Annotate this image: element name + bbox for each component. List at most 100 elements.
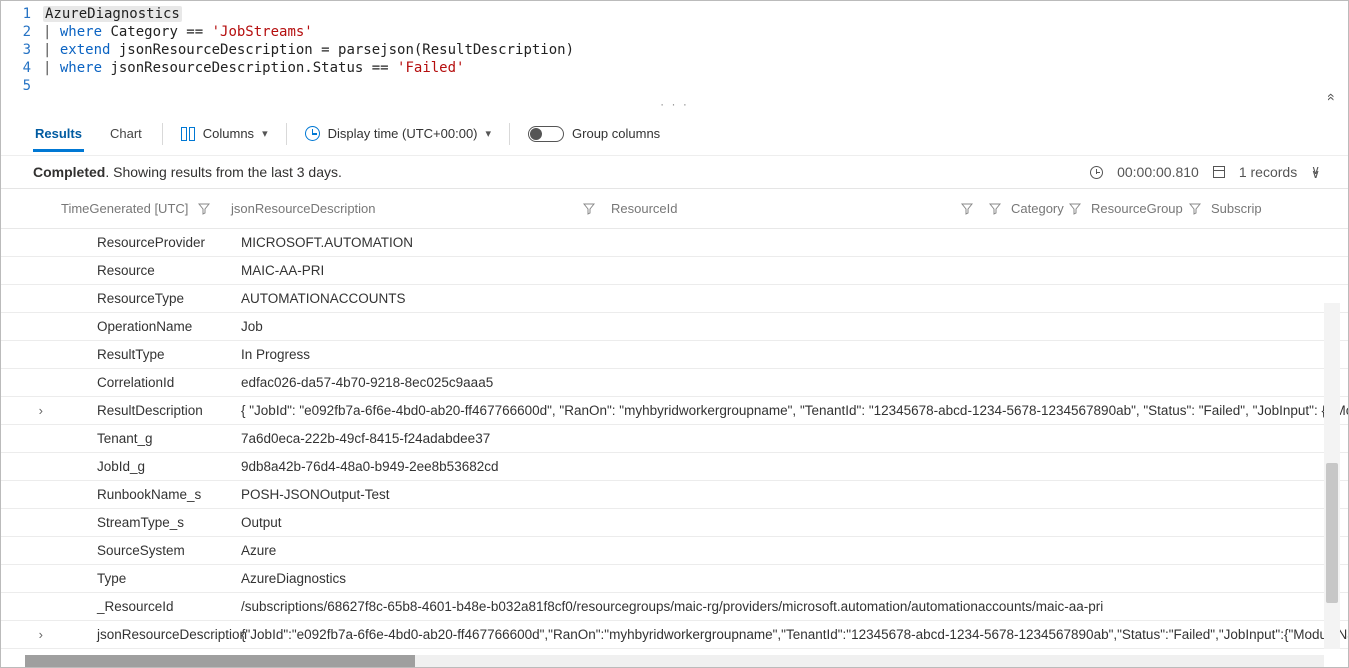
filter-icon[interactable] [198, 203, 210, 215]
line-number: 4 [1, 59, 43, 77]
detail-value: Output [241, 515, 1348, 530]
detail-key: JobId_g [61, 459, 241, 474]
detail-key: SourceSystem [61, 543, 241, 558]
detail-row: ResourceProviderMICROSOFT.AUTOMATION [1, 229, 1348, 257]
detail-key: Type [61, 571, 241, 586]
editor-line-3[interactable]: 3 | extend jsonResourceDescription = par… [1, 41, 1348, 59]
filter-icon[interactable] [1189, 203, 1201, 215]
query-editor[interactable]: 1 AzureDiagnostics 2 | where Category ==… [1, 1, 1348, 112]
vertical-scrollbar[interactable] [1324, 303, 1340, 649]
editor-line-1[interactable]: 1 AzureDiagnostics [1, 5, 1348, 23]
detail-value: AUTOMATIONACCOUNTS [241, 291, 1348, 306]
expand-details-icon[interactable]: ∨∨ [1311, 166, 1320, 178]
expanded-record-details: ResourceProviderMICROSOFT.AUTOMATIONReso… [1, 229, 1348, 649]
elapsed-time: 00:00:00.810 [1117, 164, 1199, 180]
detail-value: {"JobId":"e092fb7a-6f6e-4bd0-ab20-ff4677… [241, 627, 1348, 642]
detail-row: JobId_g9db8a42b-76d4-48a0-b949-2ee8b5368… [1, 453, 1348, 481]
records-icon [1213, 166, 1225, 178]
group-columns-toggle[interactable]: Group columns [528, 126, 660, 142]
group-columns-label: Group columns [572, 126, 660, 141]
col-timegenerated[interactable]: TimeGenerated [UTC] [53, 201, 223, 216]
scrollbar-thumb[interactable] [1326, 463, 1338, 603]
col-resourceid[interactable]: ResourceId [603, 201, 981, 216]
detail-value: Azure [241, 543, 1348, 558]
divider [286, 123, 287, 145]
col-category[interactable]: Category [981, 201, 1061, 216]
line-number: 1 [1, 5, 43, 23]
filter-icon[interactable] [961, 203, 973, 215]
token-table: AzureDiagnostics [43, 6, 182, 22]
line-number: 3 [1, 41, 43, 59]
col-resourcegroup[interactable]: ResourceGroup [1061, 201, 1181, 216]
status-bar: Completed. Showing results from the last… [1, 156, 1348, 189]
detail-key: Tenant_g [61, 431, 241, 446]
chevron-down-icon: ▾ [486, 127, 492, 140]
detail-key: ResultType [61, 347, 241, 362]
horizontal-scrollbar[interactable] [25, 655, 1324, 667]
detail-row: SourceSystemAzure [1, 537, 1348, 565]
filter-icon[interactable] [1069, 203, 1081, 215]
tab-chart[interactable]: Chart [108, 116, 144, 151]
columns-button[interactable]: Columns ▾ [181, 126, 268, 141]
detail-key: ResourceType [61, 291, 241, 306]
detail-row: TypeAzureDiagnostics [1, 565, 1348, 593]
detail-row: ResourceMAIC-AA-PRI [1, 257, 1348, 285]
detail-value: 9db8a42b-76d4-48a0-b949-2ee8b53682cd [241, 459, 1348, 474]
detail-value: Job [241, 319, 1348, 334]
resize-handle[interactable]: · · · [1, 95, 1348, 111]
detail-row: ›jsonResourceDescription{"JobId":"e092fb… [1, 621, 1348, 649]
detail-row: ResourceTypeAUTOMATIONACCOUNTS [1, 285, 1348, 313]
collapse-editor-icon[interactable]: « [1324, 93, 1340, 101]
detail-row: RunbookName_sPOSH-JSONOutput-Test [1, 481, 1348, 509]
detail-key: StreamType_s [61, 515, 241, 530]
detail-key: RunbookName_s [61, 487, 241, 502]
tab-results[interactable]: Results [33, 116, 84, 152]
divider [509, 123, 510, 145]
detail-row: ›ResultDescription{ "JobId": "e092fb7a-6… [1, 397, 1348, 425]
clock-icon [305, 126, 320, 141]
scrollbar-thumb[interactable] [25, 655, 415, 667]
results-toolbar: Results Chart Columns ▾ Display time (UT… [1, 112, 1348, 156]
detail-key: CorrelationId [61, 375, 241, 390]
detail-value: MICROSOFT.AUTOMATION [241, 235, 1348, 250]
expand-chevron-icon[interactable]: › [1, 627, 61, 642]
detail-value: POSH-JSONOutput-Test [241, 487, 1348, 502]
status-text: Completed. Showing results from the last… [33, 164, 342, 180]
line-number: 5 [1, 77, 43, 95]
detail-key: _ResourceId [61, 599, 241, 614]
detail-value: /subscriptions/68627f8c-65b8-4601-b48e-b… [241, 599, 1348, 614]
results-grid: TimeGenerated [UTC] jsonResourceDescript… [1, 189, 1348, 667]
detail-value: 7a6d0eca-222b-49cf-8415-f24adabdee37 [241, 431, 1348, 446]
expand-chevron-icon[interactable]: › [1, 403, 61, 418]
detail-key: OperationName [61, 319, 241, 334]
display-time-button[interactable]: Display time (UTC+00:00) ▾ [305, 126, 491, 141]
toggle-switch[interactable] [528, 126, 564, 142]
detail-row: ResultTypeIn Progress [1, 341, 1348, 369]
filter-icon[interactable] [989, 203, 1001, 215]
line-number: 2 [1, 23, 43, 41]
detail-key: Resource [61, 263, 241, 278]
chevron-down-icon: ▾ [262, 127, 268, 140]
grid-header-row: TimeGenerated [UTC] jsonResourceDescript… [1, 189, 1348, 229]
elapsed-clock-icon [1090, 166, 1103, 179]
detail-value: edfac026-da57-4b70-9218-8ec025c9aaa5 [241, 375, 1348, 390]
detail-row: StreamType_sOutput [1, 509, 1348, 537]
detail-value: AzureDiagnostics [241, 571, 1348, 586]
detail-row: _ResourceId/subscriptions/68627f8c-65b8-… [1, 593, 1348, 621]
detail-key: ResultDescription [61, 403, 241, 418]
col-subscription[interactable]: Subscrip [1181, 201, 1348, 216]
detail-row: CorrelationIdedfac026-da57-4b70-9218-8ec… [1, 369, 1348, 397]
editor-line-4[interactable]: 4 | where jsonResourceDescription.Status… [1, 59, 1348, 77]
detail-value: MAIC-AA-PRI [241, 263, 1348, 278]
columns-label: Columns [203, 126, 254, 141]
display-time-label: Display time (UTC+00:00) [328, 126, 478, 141]
detail-value: { "JobId": "e092fb7a-6f6e-4bd0-ab20-ff46… [241, 403, 1348, 418]
detail-key: jsonResourceDescription [61, 627, 241, 642]
columns-icon [181, 127, 195, 141]
filter-icon[interactable] [583, 203, 595, 215]
detail-key: ResourceProvider [61, 235, 241, 250]
col-jsonresourcedescription[interactable]: jsonResourceDescription [223, 201, 603, 216]
detail-row: Tenant_g7a6d0eca-222b-49cf-8415-f24adabd… [1, 425, 1348, 453]
editor-line-2[interactable]: 2 | where Category == 'JobStreams' [1, 23, 1348, 41]
editor-line-5[interactable]: 5 [1, 77, 1348, 95]
